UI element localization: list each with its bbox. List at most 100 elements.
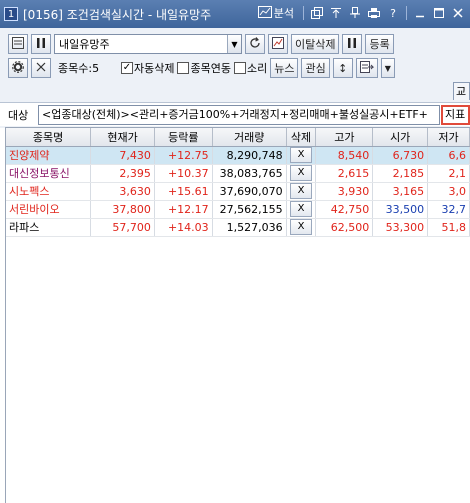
open-price: 3,165 [372, 182, 429, 201]
refresh-icon [249, 36, 261, 52]
low-price: 6,6 [427, 146, 470, 165]
exit-delete-button[interactable]: 이탈삭제 [291, 34, 340, 54]
current-price: 7,430 [90, 146, 155, 165]
indicator-button[interactable]: 지표 [441, 105, 470, 125]
current-price: 2,395 [90, 164, 155, 183]
high-price: 62,500 [315, 218, 374, 237]
maximize-icon[interactable] [431, 5, 447, 21]
column-header-delete[interactable]: 삭제 [286, 128, 317, 147]
chart-button[interactable] [268, 34, 288, 54]
delete-cell: X [286, 200, 317, 219]
window-number-badge: 1 [4, 7, 18, 21]
sound-checkbox[interactable]: 소리 [233, 60, 268, 76]
export-button[interactable] [355, 58, 378, 78]
volume: 37,690,070 [212, 182, 287, 201]
pause-realtime-button[interactable] [342, 34, 363, 54]
volume: 27,562,155 [212, 200, 287, 219]
low-price: 32,7 [427, 200, 470, 219]
column-header-rate[interactable]: 등락률 [154, 128, 213, 147]
change-rate: +10.37 [154, 164, 213, 183]
column-header-price[interactable]: 현재가 [90, 128, 155, 147]
open-price: 33,500 [372, 200, 429, 219]
delete-row-button[interactable]: X [290, 183, 313, 199]
condition-list-icon [12, 36, 24, 52]
high-price: 8,540 [315, 146, 374, 165]
table-row[interactable]: 진양제약 7,430 +12.75 8,290,748 X 8,540 6,73… [6, 146, 470, 165]
column-header-volume[interactable]: 거래량 [212, 128, 287, 147]
table-row[interactable]: 대신정보통신 2,395 +10.37 38,083,765 X 2,615 2… [6, 164, 470, 183]
news-button[interactable]: 뉴스 [270, 58, 299, 78]
delete-row-button[interactable]: X [290, 201, 313, 217]
condition-formula[interactable]: <업종대상(전체)><관리+증거금100%+거래정지+정리매매+불성실공시+ET… [38, 105, 440, 125]
delete-row-button[interactable]: X [290, 147, 313, 163]
delete-cell: X [286, 218, 317, 237]
delete-cell: X [286, 182, 317, 201]
analysis-button[interactable]: 분석 [257, 5, 294, 21]
volume: 38,083,765 [212, 164, 287, 183]
column-header-open[interactable]: 시가 [372, 128, 429, 147]
pause-button[interactable] [31, 34, 51, 54]
divider [406, 6, 407, 20]
print-icon[interactable] [366, 5, 382, 21]
auto-delete-checkbox[interactable]: ✓ 자동삭제 [121, 60, 174, 76]
results-grid[interactable]: 종목명 현재가 등락률 거래량 삭제 고가 시가 저가 진양제약 7,430 +… [5, 127, 470, 503]
pause-icon [37, 37, 45, 51]
checkbox-box[interactable] [177, 62, 190, 74]
settings-button[interactable] [8, 58, 28, 78]
header-row: 종목명 현재가 등락률 거래량 삭제 고가 시가 저가 [6, 128, 470, 147]
analysis-label: 분석 [273, 7, 294, 20]
gear-icon [12, 60, 24, 76]
open-price: 53,300 [372, 218, 429, 237]
toolbar-row-1: 내일유망주 ▼ 이탈삭제 등록 [8, 33, 394, 55]
delete-cell: X [286, 164, 317, 183]
stock-name[interactable]: 서린바이오 [6, 200, 92, 219]
stock-name[interactable]: 라파스 [6, 218, 92, 237]
register-button[interactable]: 등록 [365, 34, 394, 54]
condition-row: 대상 <업종대상(전체)><관리+증거금100%+거래정지+정리매매+불성실공시… [0, 102, 470, 126]
pin-top-icon[interactable] [328, 5, 344, 21]
divider [303, 6, 304, 20]
interest-button[interactable]: 관심 [301, 58, 330, 78]
screen-code: [0156] [23, 7, 63, 22]
stock-link-checkbox[interactable]: 종목연동 [177, 60, 231, 76]
close-icon [36, 62, 46, 75]
table-row[interactable]: 시노펙스 3,630 +15.61 37,690,070 X 3,930 3,1… [6, 182, 470, 201]
auto-delete-label: 자동삭제 [134, 62, 175, 75]
column-header-name[interactable]: 종목명 [6, 128, 92, 147]
delete-row-button[interactable]: X [290, 219, 313, 235]
chevron-down-icon[interactable]: ▼ [227, 35, 241, 53]
refresh-button[interactable] [245, 34, 265, 54]
table-row[interactable]: 라파스 57,700 +14.03 1,527,036 X 62,500 53,… [6, 218, 470, 237]
more-dropdown-button[interactable]: ▼ [380, 58, 395, 78]
close-icon[interactable] [450, 5, 466, 21]
condition-list-button[interactable] [8, 34, 28, 54]
link-window-icon[interactable] [309, 5, 325, 21]
column-header-high[interactable]: 고가 [315, 128, 374, 147]
pin-icon[interactable] [347, 5, 363, 21]
high-price: 3,930 [315, 182, 374, 201]
clear-button[interactable] [31, 58, 51, 78]
delete-cell: X [286, 146, 317, 165]
title-bar[interactable]: 1 [0156] 조건검색실시간 - 내일유망주 분석 ? [0, 0, 470, 28]
target-label: 대상 [8, 108, 29, 122]
high-price: 2,615 [315, 164, 374, 183]
stock-name[interactable]: 대신정보통신 [6, 164, 92, 183]
sound-label: 소리 [246, 62, 268, 75]
change-rate: +14.03 [154, 218, 213, 237]
minimize-icon[interactable] [412, 5, 428, 21]
delete-row-button[interactable]: X [290, 165, 313, 181]
stock-name[interactable]: 시노펙스 [6, 182, 92, 201]
checkbox-box[interactable] [233, 62, 246, 74]
current-price: 57,700 [90, 218, 155, 237]
column-header-low[interactable]: 저가 [427, 128, 470, 147]
title-bar-buttons: 분석 ? [257, 5, 466, 21]
table-row[interactable]: 서린바이오 37,800 +12.17 27,562,155 X 42,750 … [6, 200, 470, 219]
help-icon[interactable]: ? [385, 5, 401, 21]
sort-button[interactable]: ↕ [332, 58, 353, 78]
checkbox-box[interactable]: ✓ [121, 62, 133, 74]
stock-name[interactable]: 진양제약 [6, 146, 92, 165]
volume: 8,290,748 [212, 146, 287, 165]
condition-select-value: 내일유망주 [59, 38, 110, 51]
side-tab[interactable]: 교 [453, 82, 470, 100]
condition-select[interactable]: 내일유망주 ▼ [54, 34, 242, 54]
